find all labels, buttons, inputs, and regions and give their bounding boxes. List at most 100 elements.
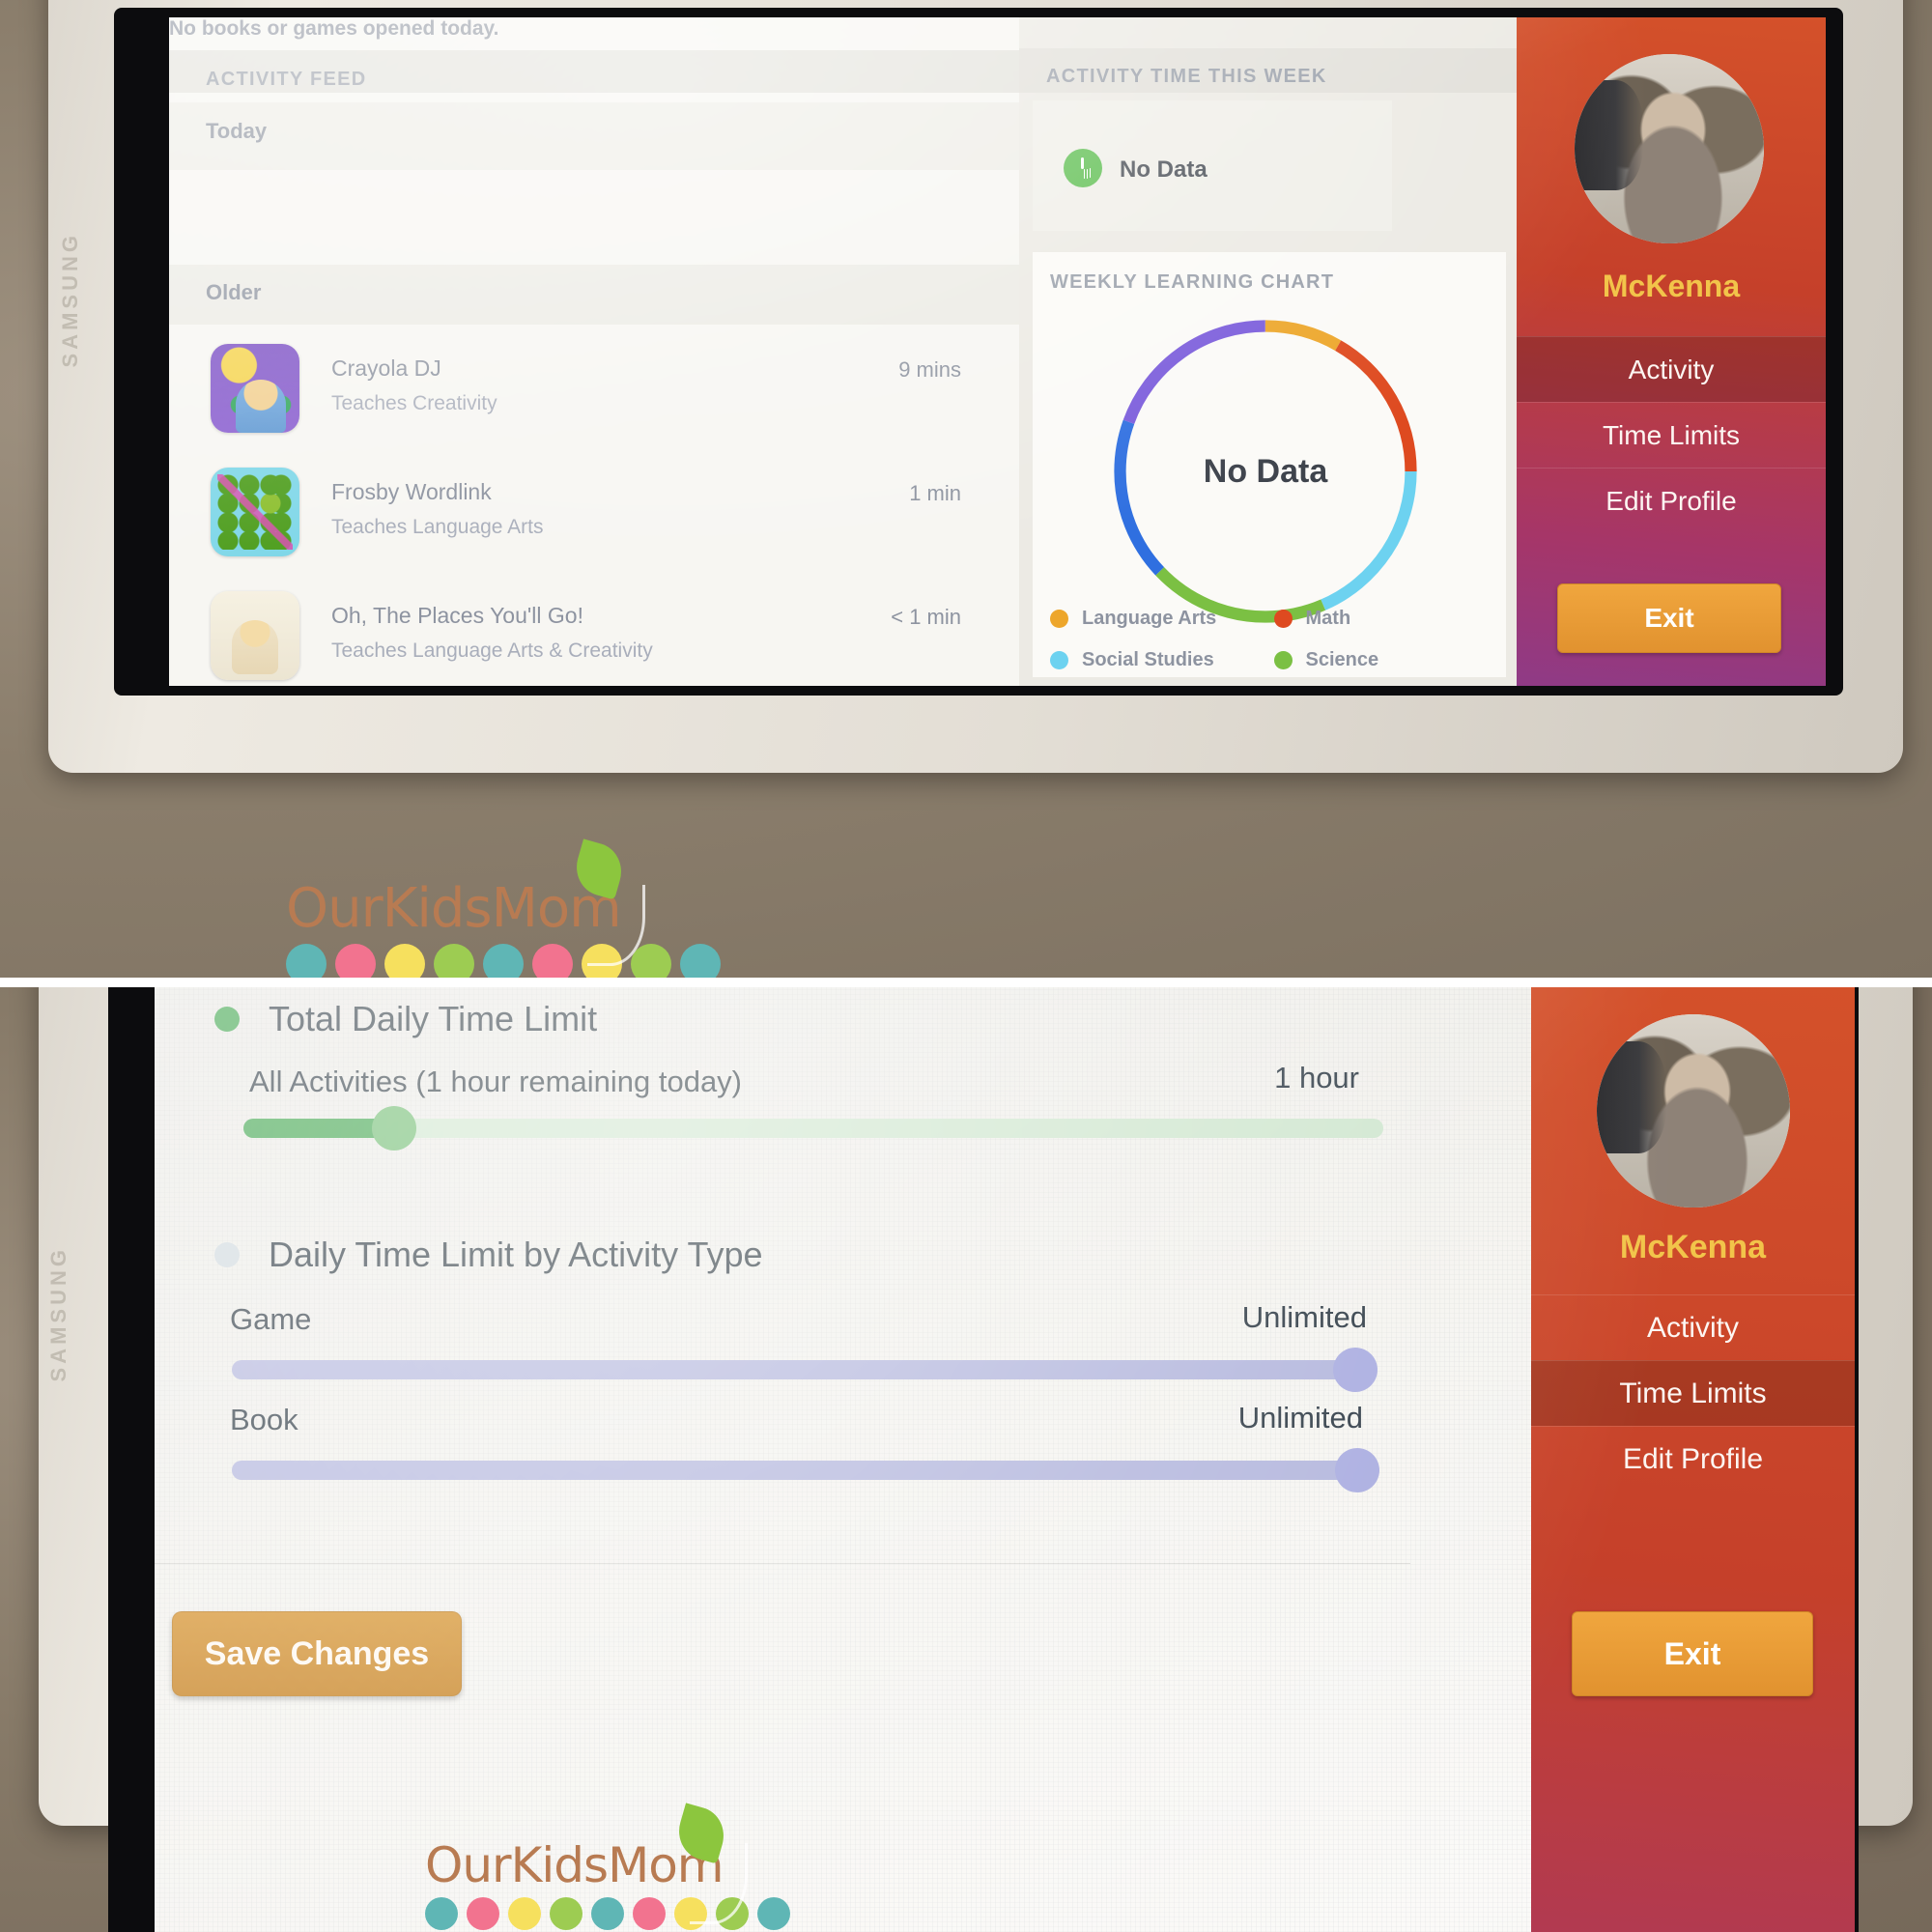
book-slider-track[interactable] bbox=[232, 1448, 1379, 1492]
game-slider-knob[interactable] bbox=[1333, 1348, 1378, 1392]
activity-subject: Teaches Language Arts & Creativity bbox=[331, 639, 653, 662]
activity-main-content: ACTIVITY FEED Today No books or games op… bbox=[169, 17, 1517, 686]
sidebar-item-label: Time Limits bbox=[1602, 419, 1741, 450]
today-label: Today bbox=[206, 119, 268, 143]
activity-subject: Teaches Language Arts bbox=[331, 516, 544, 538]
sidebar-item-activity[interactable]: Activity bbox=[1517, 336, 1826, 402]
legend-label: Social Studies bbox=[1082, 649, 1214, 670]
activity-subject: Teaches Creativity bbox=[331, 392, 497, 414]
legend-swatch-icon bbox=[1273, 610, 1293, 628]
watermark-dots bbox=[286, 944, 721, 978]
activity-title: Oh, The Places You'll Go! bbox=[331, 603, 583, 628]
exit-label: Exit bbox=[1644, 603, 1694, 633]
book-slider-knob[interactable] bbox=[1335, 1448, 1379, 1492]
game-label: Game bbox=[230, 1302, 312, 1336]
legend-swatch-icon bbox=[1050, 651, 1068, 669]
activity-time-header: ACTIVITY TIME THIS WEEK bbox=[1046, 66, 1327, 87]
activity-feed-list: Crayola DJ Teaches Creativity 9 mins Fro… bbox=[169, 328, 1019, 686]
avatar[interactable] bbox=[1597, 1014, 1790, 1208]
older-band bbox=[169, 265, 1019, 325]
legend-label: Science bbox=[1305, 649, 1379, 670]
sidebar-item-time-limits[interactable]: Time Limits bbox=[1517, 402, 1826, 468]
kid-name: McKenna bbox=[1602, 269, 1741, 303]
kid-name: McKenna bbox=[1619, 1229, 1767, 1265]
legend-swatch-icon bbox=[1273, 651, 1293, 669]
legend-label: Math bbox=[1305, 608, 1351, 629]
weekly-learning-chart-card: WEEKLY LEARNING CHART No Data Language A… bbox=[1033, 252, 1506, 677]
book-value: Unlimited bbox=[1237, 1401, 1363, 1435]
oh-the-places-icon bbox=[211, 591, 299, 680]
legend-item-language-arts: Language Arts bbox=[1050, 608, 1266, 630]
samsung-brand-label: SAMSUNG bbox=[46, 1246, 71, 1382]
sidebar-nav: Activity Time Limits Edit Profile bbox=[1517, 336, 1826, 533]
legend-item-science: Science bbox=[1273, 649, 1491, 671]
activity-duration: < 1 min bbox=[891, 605, 961, 629]
tablet-photo-time-limits-screen: SAMSUNG Total Daily Time Limit All Activ… bbox=[0, 987, 1932, 1932]
sidebar-item-label: Edit Profile bbox=[1605, 485, 1737, 516]
sidebar-item-label: Time Limits bbox=[1619, 1377, 1767, 1409]
clock-icon bbox=[1064, 149, 1102, 187]
sidebar-item-label: Edit Profile bbox=[1622, 1442, 1764, 1475]
today-band bbox=[169, 102, 1019, 170]
all-activities-slider-knob[interactable] bbox=[372, 1106, 416, 1151]
sidebar-item-edit-profile[interactable]: Edit Profile bbox=[1517, 468, 1826, 533]
sidebar-item-label: Activity bbox=[1628, 354, 1715, 384]
activity-feed-header: ACTIVITY FEED bbox=[206, 69, 367, 90]
watermark-logo: OurKidsMom bbox=[425, 1803, 790, 1930]
activity-right-column: ACTIVITY TIME THIS WEEK No Data WEEKLY L… bbox=[1019, 17, 1517, 686]
watermark-text: OurKidsMom bbox=[286, 877, 622, 940]
weekly-learning-donut-chart: No Data bbox=[1096, 302, 1435, 640]
save-changes-button[interactable]: Save Changes bbox=[172, 1611, 462, 1696]
tablet-photo-activity-screen: SAMSUNG ACTIVITY FEED Today No books or … bbox=[0, 0, 1932, 978]
weekly-chart-header: WEEKLY LEARNING CHART bbox=[1050, 271, 1335, 293]
samsung-brand-label: SAMSUNG bbox=[58, 232, 82, 368]
time-limits-screen: Total Daily Time Limit All Activities (1… bbox=[155, 987, 1855, 1932]
older-label: Older bbox=[206, 280, 262, 304]
sidebar-item-time-limits[interactable]: Time Limits bbox=[1531, 1360, 1855, 1426]
radio-unselected-icon[interactable] bbox=[214, 1242, 240, 1267]
divider bbox=[155, 1563, 1410, 1564]
screenshot-collage: SAMSUNG ACTIVITY FEED Today No books or … bbox=[0, 0, 1932, 1932]
frosby-wordlink-icon bbox=[211, 468, 299, 556]
today-empty-message: No books or games opened today. bbox=[169, 17, 499, 40]
save-changes-label: Save Changes bbox=[204, 1634, 430, 1672]
exit-button[interactable]: Exit bbox=[1572, 1611, 1813, 1696]
watermark-logo: OurKidsMom bbox=[286, 838, 721, 978]
sidebar-nav: Activity Time Limits Edit Profile bbox=[1531, 1294, 1855, 1492]
activity-sidebar: McKenna Activity Time Limits Edit Profil… bbox=[1517, 17, 1826, 686]
time-limits-sidebar: McKenna Activity Time Limits Edit Profil… bbox=[1531, 987, 1855, 1932]
game-value: Unlimited bbox=[1241, 1300, 1367, 1334]
activity-screen: ACTIVITY FEED Today No books or games op… bbox=[169, 17, 1826, 686]
radio-selected-icon[interactable] bbox=[214, 1007, 240, 1032]
activity-feed-row[interactable]: Frosby Wordlink Teaches Language Arts 1 … bbox=[169, 452, 1019, 576]
activity-duration: 1 min bbox=[909, 481, 961, 505]
book-label: Book bbox=[230, 1403, 298, 1436]
legend-swatch-icon bbox=[1050, 610, 1068, 628]
avatar[interactable] bbox=[1575, 54, 1764, 243]
activity-feed-row[interactable]: Crayola DJ Teaches Creativity 9 mins bbox=[169, 328, 1019, 452]
all-activities-slider-track[interactable] bbox=[243, 1106, 1383, 1151]
sidebar-item-edit-profile[interactable]: Edit Profile bbox=[1531, 1426, 1855, 1492]
activity-time-card: No Data bbox=[1033, 100, 1392, 231]
activity-duration: 9 mins bbox=[898, 357, 961, 382]
game-slider-track[interactable] bbox=[232, 1348, 1378, 1392]
time-limits-main-content: Total Daily Time Limit All Activities (1… bbox=[155, 987, 1531, 1932]
activity-feed-row[interactable]: Oh, The Places You'll Go! Teaches Langua… bbox=[169, 576, 1019, 686]
weekly-chart-legend: Language Arts Math Social Studies Scienc… bbox=[1050, 608, 1490, 686]
activity-title: Crayola DJ bbox=[331, 355, 441, 381]
sidebar-item-activity[interactable]: Activity bbox=[1531, 1294, 1855, 1360]
all-activities-value: 1 hour bbox=[1274, 1061, 1359, 1094]
exit-label: Exit bbox=[1663, 1635, 1721, 1671]
sidebar-item-label: Activity bbox=[1646, 1311, 1739, 1344]
total-daily-time-limit-option[interactable]: Total Daily Time Limit bbox=[214, 999, 597, 1039]
crayola-dj-icon bbox=[211, 344, 299, 433]
legend-item-math: Math bbox=[1273, 608, 1491, 630]
legend-label: Language Arts bbox=[1082, 608, 1217, 629]
legend-item-social-studies: Social Studies bbox=[1050, 649, 1266, 671]
exit-button[interactable]: Exit bbox=[1557, 583, 1781, 653]
all-activities-slider-fill bbox=[243, 1119, 393, 1138]
activity-title: Frosby Wordlink bbox=[331, 479, 492, 504]
by-activity-type-option[interactable]: Daily Time Limit by Activity Type bbox=[214, 1235, 763, 1275]
by-activity-type-title: Daily Time Limit by Activity Type bbox=[269, 1235, 763, 1274]
all-activities-label: All Activities (1 hour remaining today) bbox=[249, 1065, 743, 1098]
